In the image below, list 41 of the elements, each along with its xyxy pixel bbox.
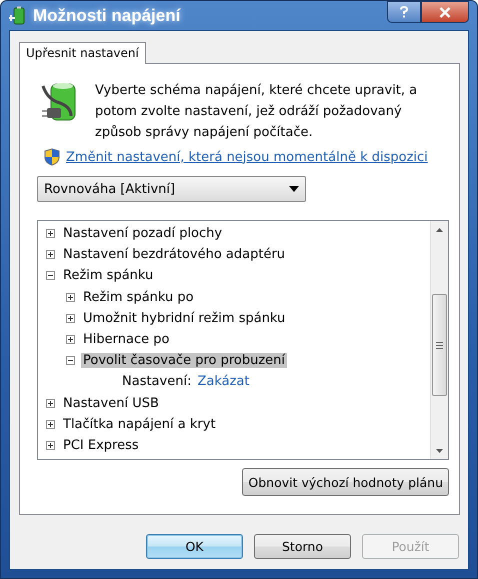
tab[interactable]: Upřesnit nastavení — [19, 42, 146, 64]
expand-icon[interactable] — [46, 398, 55, 408]
battery-plug-icon — [9, 6, 27, 26]
expand-icon[interactable] — [46, 229, 55, 238]
tree-item[interactable]: Režim spánku — [61, 268, 156, 284]
expand-icon[interactable] — [46, 250, 55, 260]
collapse-icon[interactable] — [66, 356, 75, 366]
tree-item[interactable]: Umožnit hybridní režim spánku — [81, 310, 288, 326]
help-button[interactable] — [387, 1, 421, 23]
tree-item[interactable]: Nastavení bezdrátového adaptéru — [61, 247, 288, 262]
dialog-button[interactable]: Storno — [254, 534, 351, 559]
scroll-up-icon[interactable] — [436, 228, 443, 232]
tree-item[interactable]: Nastavení pozadí plochy — [61, 226, 224, 242]
tree-item[interactable]: PCI Express — [61, 438, 141, 453]
setting-value[interactable]: Zakázat — [197, 374, 250, 390]
expand-icon[interactable] — [66, 292, 75, 302]
shield-icon — [44, 148, 60, 166]
scrollbar[interactable] — [430, 221, 448, 459]
dialog-button[interactable]: OK — [146, 534, 243, 559]
restore-defaults-button[interactable]: Obnovit výchozí hodnoty plánu — [242, 468, 449, 496]
grip-icon — [436, 342, 443, 348]
scroll-down-icon[interactable] — [436, 448, 443, 452]
dropdown-arrow-icon — [289, 186, 299, 192]
close-icon — [439, 6, 451, 18]
expand-icon[interactable] — [46, 440, 55, 450]
plan-dropdown[interactable]: Rovnováha [Aktivní] — [37, 176, 306, 202]
collapse-icon[interactable] — [46, 271, 55, 280]
tree-item[interactable]: Hibernace po — [81, 332, 172, 348]
instruction-text: Vyberte schéma napájení, které chcete upravit, a potom zvolte nastavení, jež odráží požadovaný způsob správy napájení počítače. — [95, 82, 418, 142]
tree-item[interactable]: Povolit časovače pro probuzení — [81, 353, 288, 368]
setting-label: Nastavení: — [122, 374, 192, 390]
change-settings-link[interactable]: Změnit nastavení, která nejsou momentálně k dispozici — [66, 150, 428, 164]
expand-icon[interactable] — [66, 335, 75, 344]
tree-item[interactable]: Nastavení USB — [61, 396, 161, 411]
expand-icon[interactable] — [46, 420, 55, 429]
close-button[interactable] — [421, 1, 469, 23]
help-icon — [399, 6, 409, 18]
tree-item[interactable]: Režim spánku po — [81, 290, 196, 305]
tree-item[interactable]: Tlačítka napájení a kryt — [61, 416, 218, 432]
window-title: Možnosti napájení — [33, 6, 180, 26]
expand-icon[interactable] — [66, 314, 75, 323]
